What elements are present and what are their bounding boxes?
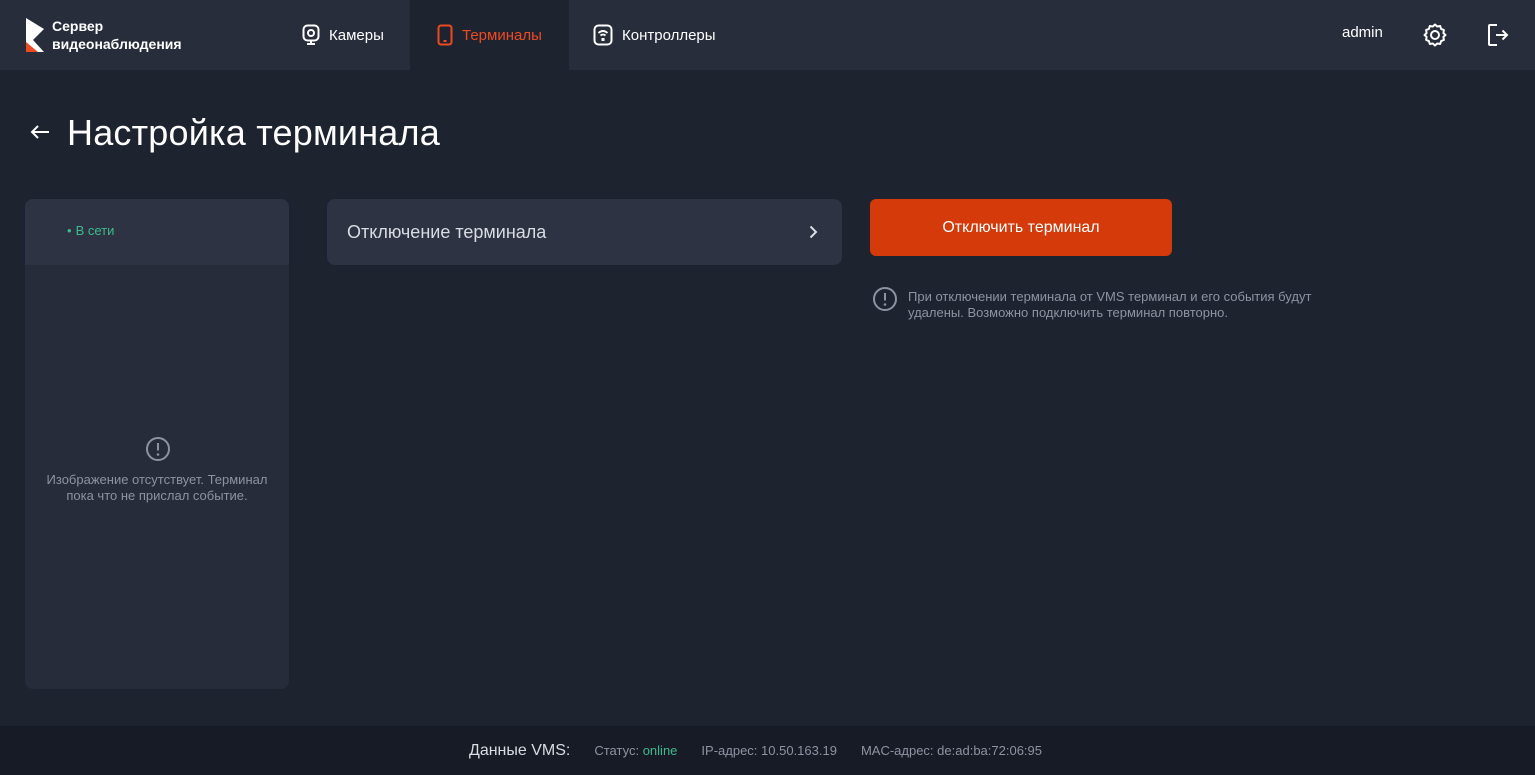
footer-status: Статус: online bbox=[594, 743, 677, 758]
username[interactable]: admin bbox=[1342, 24, 1383, 41]
no-image-message: Изображение отсутствует. Терминал пока ч… bbox=[46, 472, 268, 503]
warning-circle-icon bbox=[146, 437, 170, 461]
footer-ip-label: IP-адрес: bbox=[701, 743, 758, 758]
footer-mac-value: de:ad:ba:72:06:95 bbox=[937, 743, 1042, 758]
info-circle-icon bbox=[873, 287, 897, 311]
gear-icon[interactable] bbox=[1422, 22, 1448, 48]
footer-title: Данные VMS: bbox=[468, 741, 571, 759]
logo-icon bbox=[26, 18, 44, 52]
footer-mac-label: MAC-адрес: bbox=[860, 743, 934, 758]
logo[interactable]: Сервер видеонаблюдения bbox=[24, 13, 224, 57]
tablet-icon bbox=[437, 24, 453, 46]
terminal-preview-card: В сети Изображение отсутствует. Терминал… bbox=[25, 199, 289, 689]
controller-icon bbox=[593, 24, 613, 46]
top-bar: Сервер видеонаблюдения Камеры Терминалы bbox=[0, 0, 1535, 70]
main-nav: Камеры Терминалы Контроллеры bbox=[286, 0, 734, 70]
back-arrow-icon[interactable] bbox=[28, 120, 52, 144]
disconnect-hint: При отключении терминала от VMS терминал… bbox=[908, 289, 1312, 320]
logout-icon[interactable] bbox=[1486, 22, 1510, 48]
camera-icon bbox=[302, 24, 320, 45]
page-title: Настройка терминала bbox=[67, 112, 440, 153]
chevron-right-icon bbox=[809, 225, 818, 239]
footer-ip: IP-адрес: 10.50.163.19 bbox=[701, 743, 837, 758]
footer-ip-value: 10.50.163.19 bbox=[761, 743, 837, 758]
nav-item-controllers[interactable]: Контроллеры bbox=[569, 0, 734, 70]
status-badge: В сети bbox=[67, 223, 115, 238]
disconnect-terminal-button[interactable]: Отключить терминал bbox=[870, 199, 1172, 256]
logo-text: Сервер видеонаблюдения bbox=[52, 18, 182, 52]
vms-footer: Данные VMS: Статус: online IP-адрес: 10.… bbox=[0, 726, 1535, 775]
nav-item-terminals[interactable]: Терминалы bbox=[410, 0, 569, 70]
footer-mac: MAC-адрес: de:ad:ba:72:06:95 bbox=[861, 743, 1042, 758]
menu-item-label: Отключение терминала bbox=[347, 221, 547, 242]
menu-item-disconnect[interactable]: Отключение терминала bbox=[327, 199, 842, 265]
terminal-card-header: В сети bbox=[25, 199, 289, 265]
nav-item-cameras[interactable]: Камеры bbox=[286, 0, 410, 70]
footer-status-label: Статус: bbox=[594, 743, 640, 758]
footer-status-value: online bbox=[642, 743, 678, 758]
